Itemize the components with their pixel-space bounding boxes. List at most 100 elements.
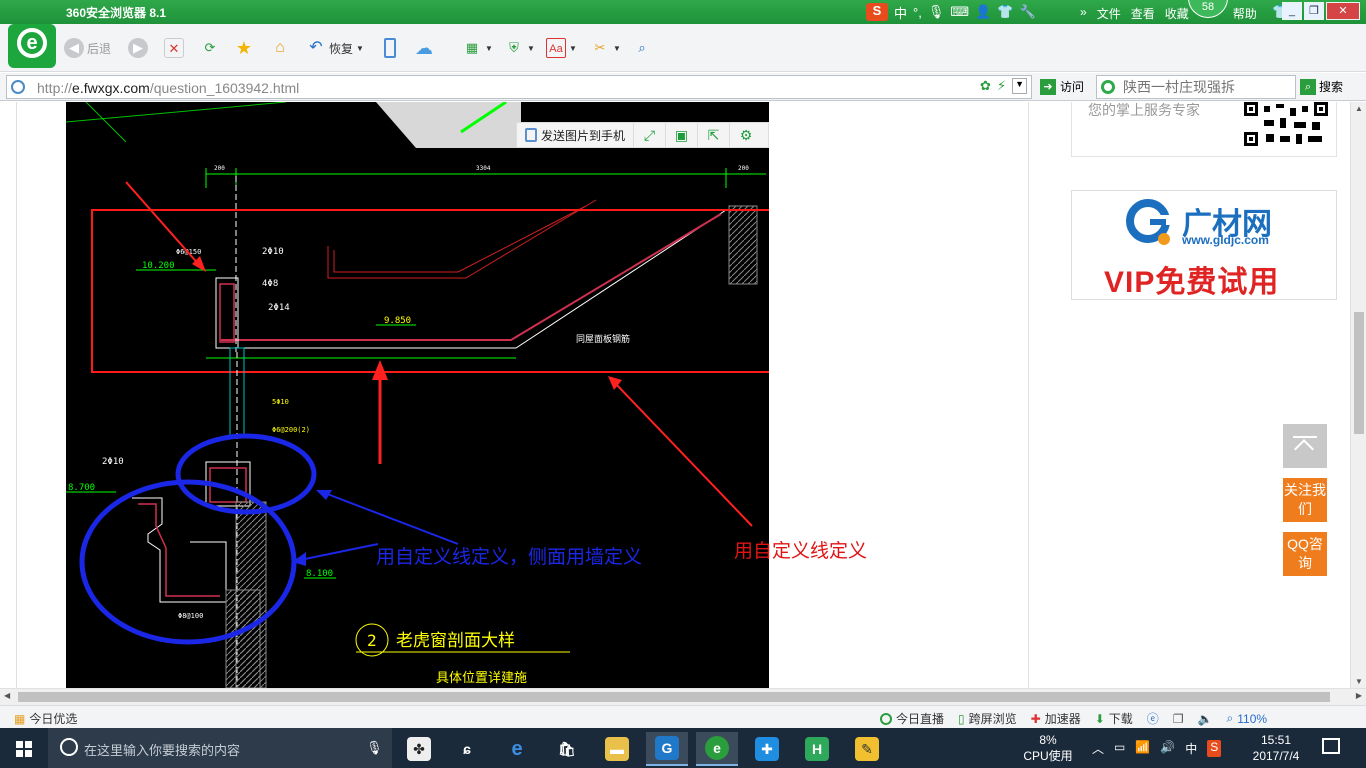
shirt-icon[interactable]: 👕 [997,4,1013,20]
green-line [85,102,127,143]
ime-toolbar[interactable]: S 中 °, 🎙 ⌨ 👤 👕 🔧 [866,2,1036,22]
taskbar-app-glodon[interactable]: G [646,732,688,766]
screenshot-button[interactable]: ✂ ▼ [590,36,621,60]
forward-button[interactable]: ▶ [128,36,148,60]
scroll-left-icon[interactable]: ◀ [4,691,10,700]
taskbar-app-blue[interactable]: ✚ [746,732,788,766]
scroll-thumb[interactable] [1354,312,1364,434]
taskbar-app-notes[interactable]: ✎ [846,732,888,766]
download-button[interactable]: ⬇ 下载 [1095,710,1133,727]
taskbar-app-360browser[interactable]: e [696,732,738,766]
scroll-thumb[interactable] [18,692,1330,702]
keyboard-icon[interactable]: ⌨ [950,4,969,20]
sogou-icon[interactable]: S [866,3,888,21]
scroll-right-icon[interactable]: ▶ [1356,691,1362,700]
taskbar-app-edge[interactable]: e [496,732,538,766]
menu-view[interactable]: 查看 [1131,5,1155,22]
settings-button[interactable]: ⚙ [730,123,762,147]
refresh-button[interactable]: ⟳ [200,36,220,60]
share-button[interactable]: ⇱ [698,123,731,147]
cloud-button[interactable]: ☁ [414,36,434,60]
home-button[interactable]: ⌂ [270,36,290,60]
taskbar-app-green[interactable]: H [796,732,838,766]
search-box[interactable] [1096,75,1296,99]
menu-file[interactable]: 文件 [1097,5,1121,22]
send-label: 发送图片到手机 [541,128,626,143]
taskbar-app-swirl[interactable]: ɕ [446,732,488,766]
wifi-icon[interactable]: 📶 [1135,740,1150,757]
fullscreen-button[interactable]: ⤢ [634,123,667,147]
speaker-icon[interactable]: 🔊 [1160,740,1175,757]
loading-icon[interactable]: ✿ [980,78,991,94]
minimize-button[interactable]: _ [1282,2,1302,20]
taskbar-app-explorer[interactable]: ▬ [596,732,638,766]
security-button[interactable]: ⛨ ▼ [504,36,535,60]
favorite-button[interactable]: ★ [234,36,254,60]
dropdown-icon[interactable]: ▼ [1012,78,1027,94]
translate-button[interactable]: Aa ▼ [546,36,577,60]
close-button[interactable]: ✕ [1326,2,1360,20]
browser-logo[interactable]: e [8,24,56,68]
ie-icon[interactable]: ⓔ [1147,710,1159,727]
maximize-button[interactable]: ❐ [1304,2,1324,20]
live-button[interactable]: 今日直播 [880,710,944,727]
wrench-icon[interactable]: 🔧 [1019,4,1035,20]
plus-app-icon: ✚ [755,737,779,761]
accelerator-button[interactable]: ✚ 加速器 [1031,710,1081,727]
cpu-meter[interactable]: 8% CPU使用 [1020,732,1076,764]
app-promo-box[interactable]: 您的掌上服务专家 [1071,102,1337,157]
windows-logo-icon [25,750,32,757]
punctuation-icon[interactable]: °, [913,5,922,20]
battery-icon[interactable]: ▭ [1114,740,1125,757]
notification-icon[interactable] [1322,738,1340,754]
menu-more-icon[interactable]: » [1080,5,1087,22]
qq-consult-button[interactable]: QQ咨询 [1283,532,1327,576]
scroll-down-icon[interactable]: ▼ [1355,677,1363,686]
menu-favorites[interactable]: 收藏 [1165,5,1189,22]
back-to-top-button[interactable] [1283,424,1327,468]
zoom-control[interactable]: ⌕ 110% [1227,711,1268,726]
vertical-scrollbar[interactable]: ▲ ▼ [1350,102,1366,688]
chevron-down-icon: ▼ [527,43,535,53]
qr-code-icon [1244,102,1328,146]
stop-button[interactable]: ✕ [164,36,184,60]
taskbar-search[interactable]: 在这里输入你要搜索的内容 🎙 [48,728,392,768]
search-input[interactable] [1123,78,1291,96]
search-engine-icon[interactable] [1101,80,1115,94]
back-button[interactable]: ◀ 后退 [64,36,111,60]
cross-screen-button[interactable]: ▯ 跨屏浏览 [958,710,1017,727]
start-button[interactable] [0,728,48,768]
phone-button[interactable] [384,36,396,60]
horizontal-scrollbar[interactable]: ◀ ▶ [0,688,1366,705]
search-button[interactable]: ⌕ 搜索 [1300,78,1343,95]
follow-us-button[interactable]: 关注我们 [1283,478,1327,522]
apps-button[interactable]: ▦ ▼ [462,36,493,60]
home-icon: ⌂ [275,39,285,56]
person-icon[interactable]: 👤 [975,4,991,20]
clock[interactable]: 15:51 2017/7/4 [1246,732,1306,764]
taskbar-app-store[interactable]: 🛍 [546,732,588,766]
menu-help[interactable]: 帮助 [1233,5,1257,22]
ime-mode-label[interactable]: 中 [894,3,907,22]
gldjc-ad[interactable]: 广材网 www.gldjc.com VIP免费试用 [1071,190,1337,300]
mic-icon[interactable]: 🎙 [928,4,945,20]
send-to-phone-button[interactable]: 发送图片到手机 [517,123,635,147]
chevron-up-icon[interactable]: ︿ [1092,740,1104,757]
window-icon[interactable]: ❐ [1173,712,1184,726]
address-bar[interactable]: http://e.fwxgx.com/question_1603942.html… [6,75,1032,99]
cad-drawing-image[interactable]: 200 3304 200 10.200 9.850 2Φ10 4Φ8 2Φ14 … [65,102,783,688]
scroll-up-icon[interactable]: ▲ [1355,104,1363,113]
save-image-button[interactable]: ▣ [666,123,699,147]
lightning-icon[interactable]: ⚡ [997,78,1006,94]
visit-button[interactable]: ➜ 访问 [1040,78,1084,95]
volume-icon[interactable]: 🔈 [1198,712,1213,726]
mic-icon[interactable]: 🎙 [366,740,383,756]
today-picks[interactable]: ▦ 今日优选 [14,710,77,727]
restore-button[interactable]: ↶ 恢复 ▼ [306,36,364,60]
elev-label: 9.850 [384,316,411,326]
taskbar-app-fan[interactable]: ✤ [398,732,440,766]
ime-indicator[interactable]: 中 [1185,740,1197,757]
zoom-button[interactable]: ⌕ [632,36,652,60]
sogou-tray-icon[interactable]: S [1207,740,1222,757]
url-text[interactable]: http://e.fwxgx.com/question_1603942.html [37,80,299,96]
